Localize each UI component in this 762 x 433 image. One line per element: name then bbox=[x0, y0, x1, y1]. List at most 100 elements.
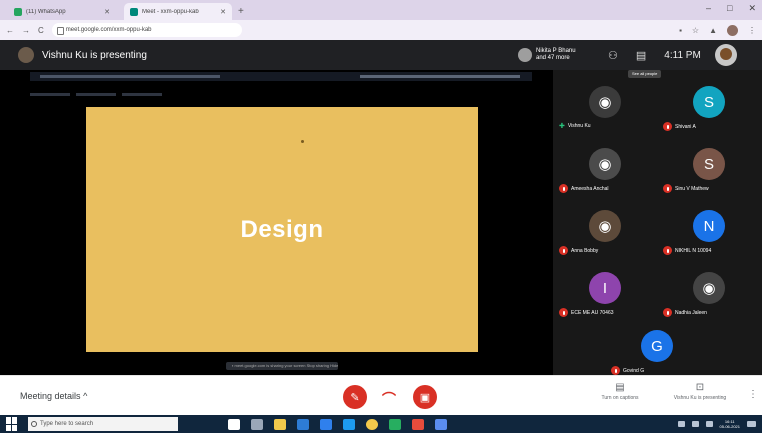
meeting-details-button[interactable]: Meeting details ^ bbox=[20, 391, 87, 401]
windows-start-icon[interactable] bbox=[6, 417, 20, 431]
presenting-title: Vishnu Ku is presenting bbox=[42, 49, 147, 61]
avatar: ◉ bbox=[589, 210, 621, 242]
participant-tile[interactable]: S Shivani A bbox=[657, 76, 761, 138]
presenting-label: Vishnu Ku is presenting bbox=[673, 395, 727, 401]
tab-title: Meet - xxm-oppu-kab bbox=[142, 8, 199, 15]
back-button[interactable]: ← bbox=[6, 26, 14, 35]
edge-icon[interactable] bbox=[320, 418, 332, 430]
reload-button[interactable]: C bbox=[38, 26, 44, 35]
present-icon: ⊡ bbox=[695, 382, 705, 393]
mic-off-icon bbox=[559, 184, 568, 193]
participant-tile[interactable]: ◉ Ameesha Anchal bbox=[553, 138, 657, 200]
cursor-dot bbox=[301, 140, 304, 143]
avatar: S bbox=[693, 148, 725, 180]
menu-icon[interactable]: ⋮ bbox=[748, 26, 756, 35]
participant-name: Nadhia Jaleen bbox=[663, 308, 707, 317]
chevron-up-icon: ^ bbox=[83, 391, 88, 401]
slide-title: Design bbox=[240, 215, 324, 243]
network-icon[interactable] bbox=[677, 421, 685, 427]
minimize-button[interactable]: – bbox=[706, 3, 711, 14]
meet-bottom-bar: Meeting details ^ ✎ ⌒ ▣ ▤ Turn on captio… bbox=[0, 375, 762, 415]
app-icon[interactable] bbox=[435, 418, 447, 430]
camera-icon[interactable]: ▪ bbox=[679, 26, 682, 35]
office-icon[interactable] bbox=[412, 418, 424, 430]
close-icon[interactable]: ✕ bbox=[220, 8, 226, 16]
avatar: ◉ bbox=[589, 86, 621, 118]
chat-icon[interactable]: ▤ bbox=[636, 49, 646, 62]
participant-name: Govind G bbox=[611, 366, 644, 375]
participant-tile[interactable]: ◉ Anna Bobby bbox=[553, 200, 657, 262]
avatar: ◉ bbox=[693, 272, 725, 304]
taskbar-search-input[interactable]: Type here to search bbox=[28, 417, 178, 431]
chrome-icon[interactable] bbox=[366, 418, 378, 430]
presentation-slide: Design bbox=[86, 107, 478, 352]
self-avatar[interactable] bbox=[714, 44, 737, 66]
browser-tab-strip: (11) WhatsApp ✕ Meet - xxm-oppu-kab ✕ + … bbox=[0, 0, 762, 20]
presenting-button[interactable]: ⊡ Vishnu Ku is presenting bbox=[670, 382, 730, 401]
clock: 4:11 PM bbox=[664, 49, 701, 61]
url-input[interactable]: meet.google.com/xxm-oppu-kab bbox=[51, 23, 242, 37]
mic-off-icon bbox=[611, 366, 620, 375]
participant-tile[interactable]: I ECE ME AU 70463 bbox=[553, 262, 657, 324]
toolbar-strip bbox=[360, 75, 520, 78]
tab-meet[interactable]: Meet - xxm-oppu-kab ✕ bbox=[124, 3, 232, 20]
battery-icon[interactable] bbox=[705, 421, 713, 427]
participant-tile[interactable]: ◉ Nadhia Jaleen bbox=[657, 262, 761, 324]
people-summary[interactable]: Nikita P Bhanu and 47 more bbox=[536, 48, 590, 62]
mic-off-icon bbox=[663, 122, 672, 131]
avatar: I bbox=[589, 272, 621, 304]
toolbar-strip bbox=[40, 75, 220, 78]
avatar: S bbox=[693, 86, 725, 118]
mic-off-icon bbox=[663, 184, 672, 193]
captions-label: Turn on captions bbox=[601, 395, 639, 401]
file-explorer-icon[interactable] bbox=[274, 418, 286, 430]
participant-name: Shivani A bbox=[663, 122, 696, 131]
people-icon[interactable]: ⚇ bbox=[608, 49, 618, 62]
meet-top-bar: Vishnu Ku is presenting Nikita P Bhanu a… bbox=[0, 40, 762, 70]
extensions-icon[interactable]: ▲ bbox=[709, 26, 717, 35]
more-options-button[interactable]: ⋮ bbox=[748, 389, 758, 400]
speaking-icon: ✚ bbox=[559, 123, 565, 130]
screen-share-bar[interactable]: ▪ meet.google.com is sharing your screen… bbox=[226, 362, 338, 370]
close-window-button[interactable]: ✕ bbox=[748, 3, 756, 14]
meet-top-right: Nikita P Bhanu and 47 more ⚇ ▤ 4:11 PM bbox=[518, 40, 737, 70]
mic-toggle-button[interactable]: ✎ bbox=[343, 385, 367, 409]
notifications-icon[interactable] bbox=[747, 421, 756, 427]
participant-tile[interactable]: N NIKHIL N 10094 bbox=[657, 200, 761, 262]
browser-actions: ▪ ☆ ▲ ⋮ bbox=[679, 24, 756, 36]
mail-icon[interactable] bbox=[297, 418, 309, 430]
store-icon[interactable] bbox=[343, 418, 355, 430]
participant-tile[interactable]: ◉ ✚ Vishnu Ku bbox=[553, 76, 657, 138]
people-more: and 47 more bbox=[536, 55, 570, 61]
app-icon[interactable] bbox=[389, 418, 401, 430]
meet-icon bbox=[130, 7, 138, 16]
forward-button[interactable]: → bbox=[22, 26, 30, 35]
captions-button[interactable]: ▤ Turn on captions bbox=[590, 382, 650, 401]
close-icon[interactable]: ✕ bbox=[104, 8, 110, 16]
maximize-button[interactable]: □ bbox=[727, 3, 732, 14]
people-name: Nikita P Bhanu bbox=[536, 48, 576, 54]
mic-off-icon bbox=[663, 246, 672, 255]
participant-tile[interactable]: S Sinu V Mathew bbox=[657, 138, 761, 200]
avatar: N bbox=[693, 210, 725, 242]
camera-off-icon: ▣ bbox=[419, 391, 431, 404]
new-tab-button[interactable]: + bbox=[238, 6, 244, 17]
participant-tile[interactable]: G Govind G bbox=[605, 320, 709, 382]
captions-icon: ▤ bbox=[615, 382, 625, 393]
avatar bbox=[18, 47, 34, 63]
star-icon[interactable]: ☆ bbox=[692, 26, 699, 35]
participant-name: ECE ME AU 70463 bbox=[559, 308, 614, 317]
hang-up-button[interactable]: ⌒ bbox=[382, 389, 396, 409]
task-view-icon[interactable] bbox=[228, 418, 240, 430]
volume-icon[interactable] bbox=[691, 421, 699, 427]
window-controls: – □ ✕ bbox=[706, 3, 756, 14]
widgets-icon[interactable] bbox=[251, 418, 263, 430]
profile-avatar[interactable] bbox=[727, 24, 738, 36]
taskbar-clock[interactable]: 16:11 05-06-2021 bbox=[720, 419, 740, 429]
camera-toggle-button[interactable]: ▣ bbox=[413, 385, 437, 409]
mic-off-icon bbox=[559, 246, 568, 255]
whatsapp-icon bbox=[14, 7, 22, 16]
participant-grid: See all people ◉ ✚ Vishnu Ku S Shivani A … bbox=[553, 70, 762, 375]
slides-toolbar bbox=[30, 72, 532, 81]
tab-whatsapp[interactable]: (11) WhatsApp ✕ bbox=[8, 3, 116, 20]
